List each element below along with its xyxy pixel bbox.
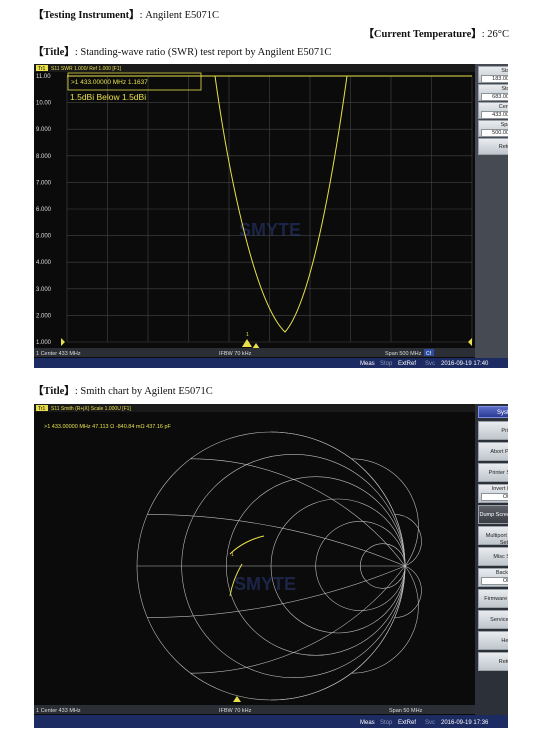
temperature-line: 【Current Temperature】: 26°C bbox=[363, 26, 509, 41]
swr-title-value: : Standing-wave ratio (SWR) test report … bbox=[74, 47, 332, 58]
swr-status-ifbw: IFBW 70 kHz bbox=[219, 351, 252, 357]
smith-title-key: 【Title】 bbox=[33, 386, 75, 397]
smith-softkey-title: Firmware Revision bbox=[484, 595, 508, 602]
swr-softkey-title: Return bbox=[498, 143, 508, 150]
smith-task-svc: Svc bbox=[425, 720, 435, 726]
smith-softkey-firmware-revision[interactable]: Firmware Revision bbox=[478, 589, 508, 608]
swr-softkey-value: 433.00 MHz bbox=[481, 111, 508, 119]
smith-softkey-misc-setup[interactable]: Misc Setup bbox=[478, 547, 508, 566]
smith-softkey-value: ON bbox=[481, 577, 508, 585]
swr-y-tick: 2.000 bbox=[36, 313, 52, 319]
swr-y-tick: 11.00 bbox=[36, 74, 51, 80]
smith-softkey-title: Help bbox=[501, 637, 508, 644]
swr-y-tick: 9.000 bbox=[36, 127, 52, 133]
swr-status-span: Span 500 MHz bbox=[385, 351, 422, 357]
swr-task-stop: Stop bbox=[380, 361, 393, 367]
smith-task-extref: ExtRef bbox=[398, 720, 416, 726]
swr-softkey-value: 183.00 MHz bbox=[481, 75, 508, 83]
smith-task-stop: Stop bbox=[380, 720, 393, 726]
smith-softkey-title: Abort Printing bbox=[490, 448, 508, 455]
smith-title-line: 【Title】: Smith chart by Agilent E5071C bbox=[33, 383, 213, 398]
swr-screenshot: Tr1 S11 SWR 1.000/ Ref 1.000 [F1] 11.00 1… bbox=[34, 64, 508, 368]
smith-status-center: 1 Center 433 MHz bbox=[36, 708, 81, 714]
smith-softkey-title: Printer Setup... bbox=[488, 469, 508, 476]
swr-watermark: SMYTE bbox=[239, 220, 301, 240]
smith-marker-readout: >1 433.00000 MHz 47.113 Ω -840.84 mΩ 437… bbox=[44, 424, 172, 430]
smith-softkey-title: Service Menu bbox=[490, 616, 508, 623]
smith-softkey-title: Invert Image bbox=[491, 486, 508, 492]
swr-softkey-title: Start bbox=[501, 68, 508, 74]
smith-marker-1-label: 1 bbox=[231, 552, 234, 558]
swr-task-extref: ExtRef bbox=[398, 361, 416, 367]
smith-softkey-title: Backlight bbox=[495, 570, 508, 576]
swr-softkey-value: 683.00 MHz bbox=[481, 93, 508, 101]
smith-datetime: 2016-09-19 17:36 bbox=[441, 720, 489, 726]
instrument-line: 【Testing Instrument】: Angilent E5071C bbox=[33, 7, 219, 22]
swr-y-tick: 10.00 bbox=[36, 101, 52, 107]
swr-title-key: 【Title】 bbox=[33, 47, 75, 58]
swr-trace-header: S11 SWR 1.000/ Ref 1.000 [F1] bbox=[51, 66, 122, 72]
smith-watermark: SMYTE bbox=[234, 574, 296, 594]
smith-softkey-backlight[interactable]: BacklightON bbox=[478, 568, 508, 587]
smith-softkey-title: Return bbox=[498, 658, 508, 665]
swr-softkey-title: Center bbox=[498, 104, 508, 110]
swr-y-tick: 6.000 bbox=[36, 207, 52, 213]
smith-softkey-print[interactable]: Print bbox=[478, 421, 508, 440]
swr-task-svc: Svc bbox=[425, 361, 435, 367]
smith-softkey-printer-setup[interactable]: Printer Setup... bbox=[478, 463, 508, 482]
swr-y-tick: 5.000 bbox=[36, 234, 52, 240]
swr-softkey-center[interactable]: Center433.00 MHz bbox=[478, 102, 508, 119]
smith-menu-title: System bbox=[478, 406, 508, 418]
swr-marker-1-label: 1 bbox=[246, 332, 249, 338]
instrument-key: 【Testing Instrument】 bbox=[33, 10, 140, 21]
swr-status-channel: Cf bbox=[426, 351, 432, 357]
smith-softkey-multiport-test-set-setup[interactable]: Multiport Test Set Setup bbox=[478, 526, 508, 546]
swr-softkey-start[interactable]: Start183.00 MHz bbox=[478, 66, 508, 83]
swr-softkey-value: 500.00 MHz bbox=[481, 129, 508, 137]
swr-title-line: 【Title】: Standing-wave ratio (SWR) test … bbox=[33, 44, 331, 59]
smith-task-meas: Meas bbox=[360, 720, 375, 726]
swr-y-tick: 8.000 bbox=[36, 154, 52, 160]
instrument-value: : Angilent E5071C bbox=[139, 10, 220, 21]
swr-task-meas: Meas bbox=[360, 361, 375, 367]
temperature-value: : 26°C bbox=[481, 29, 509, 40]
smith-title-value: : Smith chart by Agilent E5071C bbox=[74, 386, 213, 397]
smith-softkey-return[interactable]: Return bbox=[478, 652, 508, 671]
smith-softkey-service-menu[interactable]: Service Menu bbox=[478, 610, 508, 629]
swr-y-tick: 3.000 bbox=[36, 287, 52, 293]
swr-softkey-return[interactable]: Return bbox=[478, 138, 508, 155]
swr-status-center: 1 Center 433 MHz bbox=[36, 351, 81, 357]
swr-softkey-title: Span bbox=[500, 122, 508, 128]
swr-trace-tag-label: Tr1 bbox=[38, 66, 46, 72]
smith-status-span: Span 50 MHz bbox=[389, 708, 423, 714]
smith-softkey-title: Multiport Test Set Setup bbox=[485, 532, 508, 546]
smith-softkey-abort-printing[interactable]: Abort Printing bbox=[478, 442, 508, 461]
smith-display: Tr1 S11 Smith (R+jX) Scale 1.000U [F1] >… bbox=[34, 404, 508, 728]
swr-y-tick: 7.000 bbox=[36, 180, 52, 186]
swr-softkey-panel: Start183.00 MHzStop683.00 MHzCenter433.0… bbox=[443, 64, 508, 358]
smith-softkey-title: Misc Setup bbox=[493, 553, 508, 560]
smith-screenshot: Tr1 S11 Smith (R+jX) Scale 1.000U [F1] >… bbox=[34, 404, 508, 728]
swr-softkey-span[interactable]: Span500.00 MHz bbox=[478, 120, 508, 137]
swr-y-tick: 1.000 bbox=[36, 340, 52, 346]
swr-marker-readout: >1 433.00000 MHz 1.1637 bbox=[71, 79, 148, 86]
smith-softkey-title: Print bbox=[501, 427, 508, 434]
smith-status-ifbw: IFBW 70 kHz bbox=[219, 708, 252, 714]
temperature-key: 【Current Temperature】 bbox=[363, 29, 482, 40]
smith-softkey-value: ON bbox=[481, 493, 508, 501]
smith-softkey-help[interactable]: Help bbox=[478, 631, 508, 650]
swr-softkey-title: Stop bbox=[501, 86, 508, 92]
smith-trace-header: S11 Smith (R+jX) Scale 1.000U [F1] bbox=[51, 406, 131, 412]
swr-annotation: 1.5dBi Below 1.5dBi bbox=[70, 92, 146, 102]
swr-softkey-stop[interactable]: Stop683.00 MHz bbox=[478, 84, 508, 101]
swr-datetime: 2016-09-19 17:40 bbox=[441, 361, 489, 367]
swr-display: Tr1 S11 SWR 1.000/ Ref 1.000 [F1] 11.00 1… bbox=[34, 64, 508, 368]
smith-softkey-invert-image[interactable]: Invert ImageON bbox=[478, 484, 508, 503]
smith-softkey-panel: System Print Abort Printing Printer Setup..… bbox=[443, 404, 508, 715]
swr-y-tick: 4.000 bbox=[36, 260, 52, 266]
smith-trace-tag-label: Tr1 bbox=[38, 406, 46, 412]
smith-softkey-dump-screen-image[interactable]: Dump Screen Image... bbox=[478, 505, 508, 524]
smith-softkey-title: Dump Screen Image... bbox=[479, 511, 508, 518]
